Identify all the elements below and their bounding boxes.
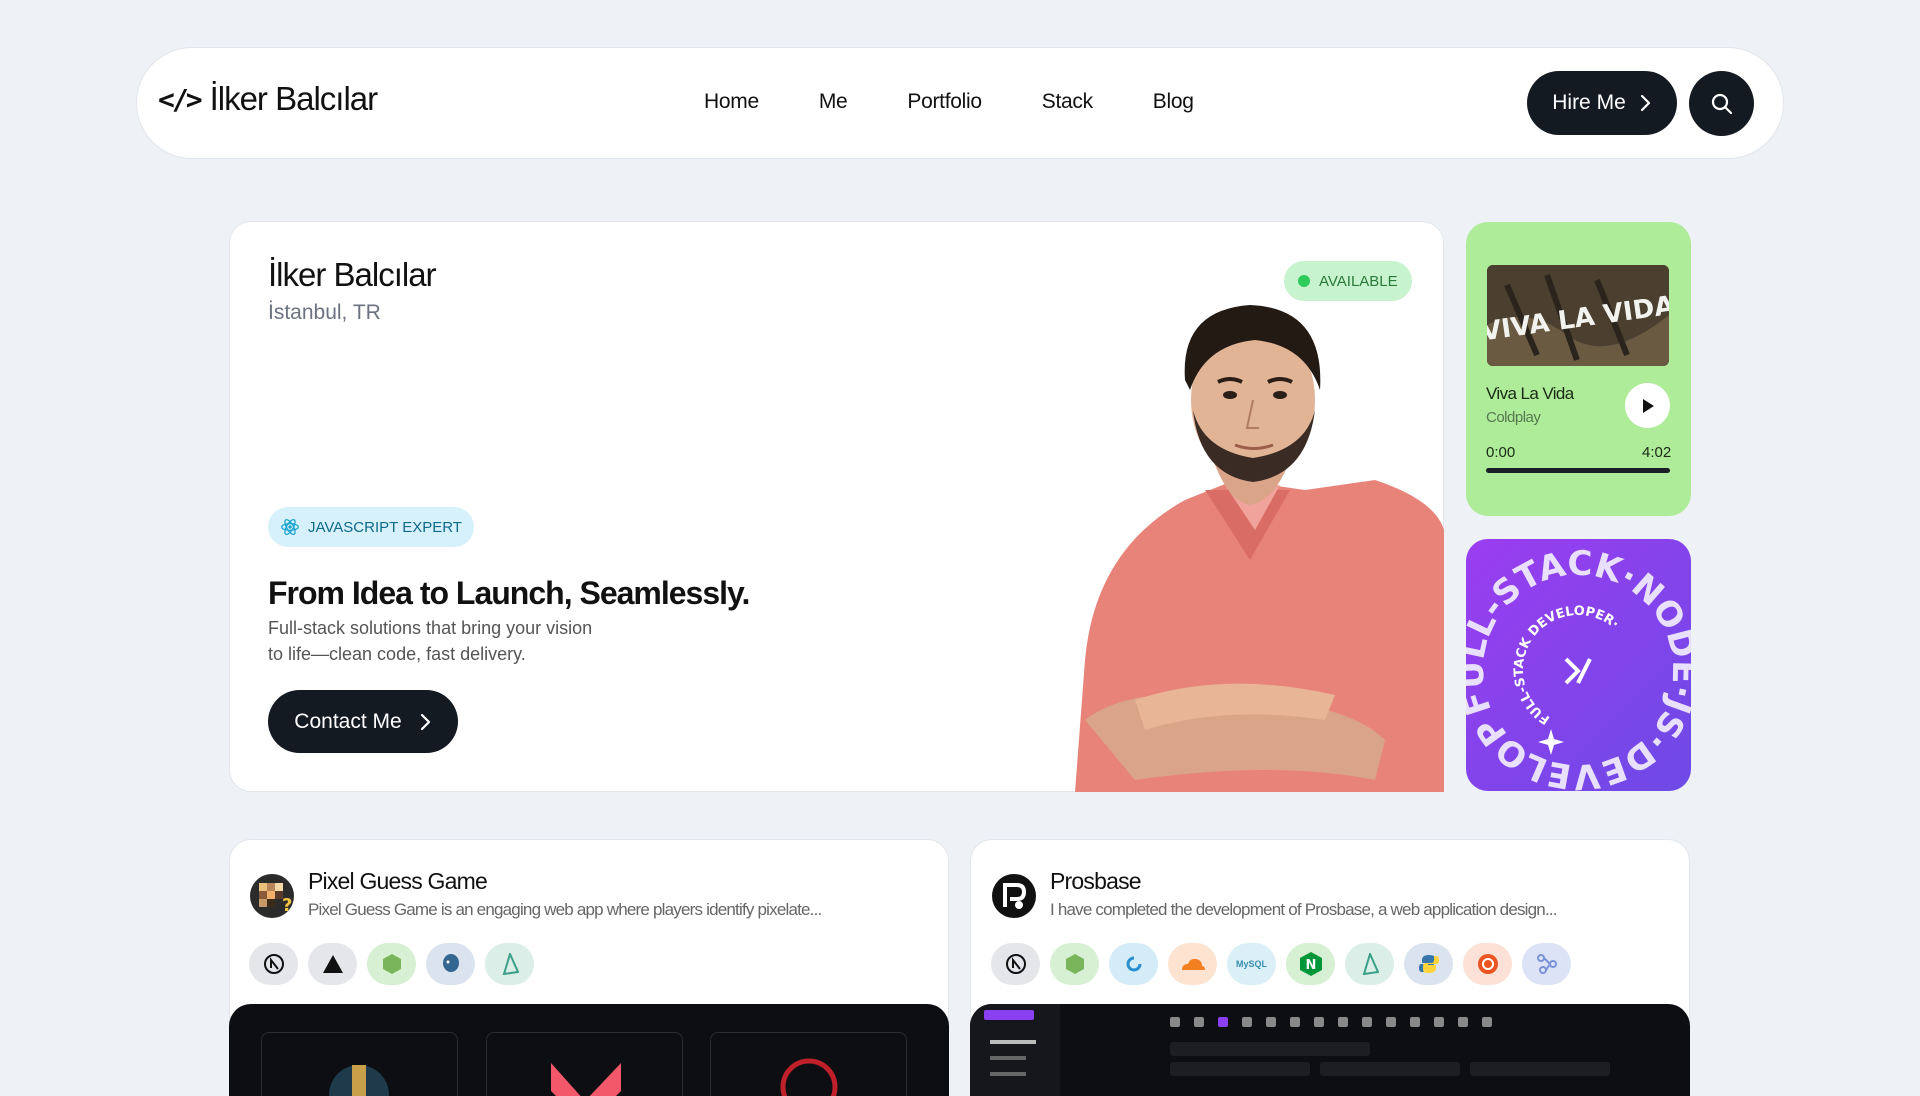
rotating-text-graphic: FULL-STACK·NODE·JS·DEVELOPM·BACKEND· FUL… <box>1466 539 1691 791</box>
outer-ring-text: FULL-STACK·NODE·JS·DEVELOPM·BACKEND· <box>1466 539 1691 791</box>
svg-text:FULL-STACK·NODE·JS·DEVELOPM·BA: FULL-STACK·NODE·JS·DEVELOPM·BACKEND· <box>1466 539 1691 791</box>
availability-label: AVAILABLE <box>1319 272 1398 290</box>
python-icon <box>1404 943 1453 985</box>
app-toolbar <box>1170 1012 1570 1032</box>
prosbase-logo-icon <box>992 874 1036 918</box>
prisma-icon <box>485 943 534 985</box>
project-description: I have completed the development of Pros… <box>1050 900 1558 919</box>
play-icon <box>1642 398 1654 413</box>
project-title: Prosbase <box>1050 868 1142 894</box>
expertise-badge: JAVASCRIPT EXPERT <box>268 507 474 547</box>
code-icon: </> <box>158 82 203 116</box>
nav-stack[interactable]: Stack <box>1042 90 1093 114</box>
availability-badge: AVAILABLE <box>1284 261 1412 301</box>
album-art: VIVA LA VIDA <box>1487 265 1669 366</box>
nav-blog[interactable]: Blog <box>1153 90 1194 114</box>
postgresql-icon <box>426 943 475 985</box>
song-artist: Coldplay <box>1486 409 1541 426</box>
flow-icon <box>1522 943 1571 985</box>
app-dropdown <box>1170 1062 1310 1076</box>
project-screenshot <box>229 1004 949 1096</box>
site-logo[interactable]: </> İlker Balcılar <box>158 80 379 118</box>
search-button[interactable] <box>1689 71 1754 136</box>
nodejs-icon <box>367 943 416 985</box>
app-sidebar <box>970 1004 1060 1096</box>
hero-name: İlker Balcılar <box>268 256 437 293</box>
nextjs-icon <box>991 943 1040 985</box>
contact-me-button[interactable]: Contact Me <box>268 690 458 753</box>
play-button[interactable] <box>1625 383 1670 428</box>
pixel-guess-logo-icon: ? <box>250 874 294 918</box>
status-dot-icon <box>1298 275 1310 287</box>
center-logo-icon <box>1564 657 1592 685</box>
lol-emblem-icon <box>329 1065 389 1096</box>
hero-description: Full-stack solutions that bring your vis… <box>268 615 648 667</box>
hero-description-line: to life—clean code, fast delivery. <box>268 644 526 664</box>
chevron-right-icon <box>1640 94 1650 112</box>
hire-me-button[interactable]: Hire Me <box>1527 71 1677 135</box>
project-screenshot <box>970 1004 1690 1096</box>
project-title: Pixel Guess Game <box>308 868 488 894</box>
contact-me-label: Contact Me <box>294 709 402 733</box>
game-tile <box>261 1032 458 1096</box>
progress-bar[interactable] <box>1486 468 1670 473</box>
hire-me-label: Hire Me <box>1552 91 1626 114</box>
nav-portfolio[interactable]: Portfolio <box>907 90 982 114</box>
chevron-right-icon <box>420 713 430 730</box>
game-emblem-icon <box>780 1058 838 1096</box>
react-icon <box>281 518 299 536</box>
nav-me[interactable]: Me <box>819 90 848 114</box>
nextjs-icon <box>249 943 298 985</box>
valorant-emblem-icon <box>551 1063 621 1096</box>
project-description: Pixel Guess Game is an engaging web app … <box>308 900 822 919</box>
cloudflare-icon <box>1168 943 1217 985</box>
nav-home[interactable]: Home <box>704 90 759 114</box>
game-tile <box>486 1032 683 1096</box>
track-duration: 4:02 <box>1642 444 1672 461</box>
nginx-letter: N <box>1305 958 1316 973</box>
game-tile <box>710 1032 907 1096</box>
app-dropdown <box>1320 1062 1460 1076</box>
developer-badge-card: FULL-STACK·NODE·JS·DEVELOPM·BACKEND· FUL… <box>1466 539 1691 791</box>
mysql-icon: MySQL <box>1227 943 1276 985</box>
hero-location: İstanbul, TR <box>268 301 381 324</box>
main-menu: Home Me Portfolio Stack Blog <box>704 90 1194 114</box>
vercel-icon <box>308 943 357 985</box>
current-time: 0:00 <box>1486 444 1516 461</box>
search-icon <box>1711 93 1732 114</box>
nodejs-icon <box>1050 943 1099 985</box>
ubuntu-icon <box>1463 943 1512 985</box>
app-dropdown <box>1170 1042 1370 1056</box>
tech-stack-list: MySQL N <box>991 943 1571 985</box>
refresh-icon <box>1109 943 1158 985</box>
prisma-icon <box>1345 943 1394 985</box>
tech-stack-list <box>249 943 534 985</box>
hero-headline: From Idea to Launch, Seamlessly. <box>268 575 750 611</box>
hero-description-line: Full-stack solutions that bring your vis… <box>268 618 593 638</box>
profile-photo <box>1075 305 1444 792</box>
site-title: İlker Balcılar <box>209 80 379 117</box>
app-dropdown <box>1470 1062 1610 1076</box>
album-cover: VIVA LA VIDA <box>1487 265 1669 366</box>
nginx-icon: N <box>1286 943 1335 985</box>
expertise-label: JAVASCRIPT EXPERT <box>308 518 462 536</box>
song-title: Viva La Vida <box>1486 384 1574 403</box>
